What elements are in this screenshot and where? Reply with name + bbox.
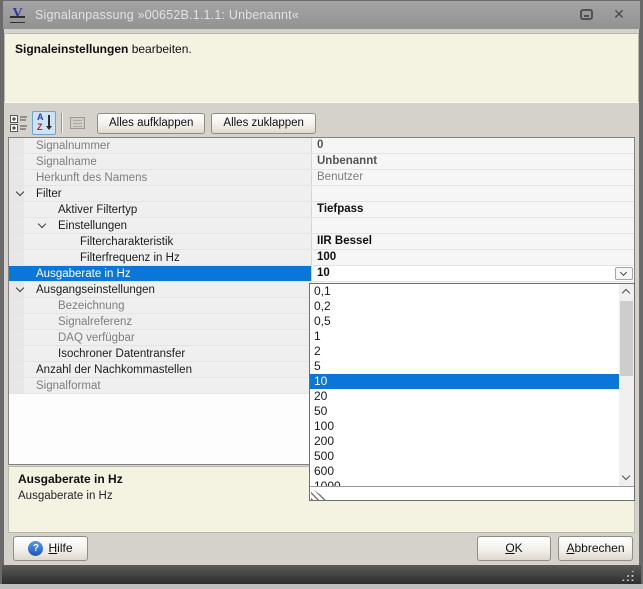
dropdown-scrollbar[interactable] xyxy=(619,284,634,486)
dropdown-item[interactable]: 100 xyxy=(310,419,634,434)
dropdown-item[interactable]: 200 xyxy=(310,434,634,449)
help-button[interactable]: ? Hilfe xyxy=(13,536,88,561)
dropdown-item[interactable]: 10 xyxy=(310,374,634,389)
row-label: Signalname xyxy=(9,154,312,169)
row-value: 100 xyxy=(312,250,634,265)
row-label: Filter xyxy=(9,186,312,201)
grid-row[interactable]: Signalnummer0 xyxy=(9,138,634,154)
maximize-icon xyxy=(580,9,593,20)
dropdown-item[interactable]: 500 xyxy=(310,449,634,464)
row-label: Signalformat xyxy=(9,378,312,393)
maximize-button[interactable] xyxy=(578,8,596,23)
row-label: Signalreferenz xyxy=(9,314,312,329)
row-label: Ausgaberate in Hz xyxy=(9,266,312,281)
titlebar: V Signalanpassung »00652B.1.1.1: Unbenan… xyxy=(3,1,640,29)
window-frame: V Signalanpassung »00652B.1.1.1: Unbenan… xyxy=(0,0,643,589)
row-label: Filtercharakteristik xyxy=(9,234,312,249)
dropdown-item[interactable]: 50 xyxy=(310,404,634,419)
property-pages-icon[interactable] xyxy=(67,112,89,134)
window-resize-grip[interactable] xyxy=(621,569,635,581)
scroll-down-button[interactable] xyxy=(619,470,634,486)
dropdown-resize-bar xyxy=(310,486,634,500)
dropdown-item[interactable]: 20 xyxy=(310,389,634,404)
grid-row[interactable]: Ausgaberate in Hz10 xyxy=(9,266,634,282)
grid-row[interactable]: Einstellungen xyxy=(9,218,634,234)
window-title: Signalanpassung »00652B.1.1.1: Unbenannt… xyxy=(35,8,299,22)
dropdown-item[interactable]: 0,1 xyxy=(310,284,634,299)
row-label: Einstellungen xyxy=(9,218,312,233)
help-icon: ? xyxy=(28,541,43,556)
scroll-up-button[interactable] xyxy=(619,284,634,300)
row-label: Herkunft des Namens xyxy=(9,170,312,185)
row-label: Isochroner Datentransfer xyxy=(9,346,312,361)
row-label: Aktiver Filtertyp xyxy=(9,202,312,217)
row-label: Filterfrequenz in Hz xyxy=(9,250,312,265)
row-label: Anzahl der Nachkommastellen xyxy=(9,362,312,377)
row-label: Bezeichnung xyxy=(9,298,312,313)
toolbar: A Z Alles aufklappen Alles zuklappen xyxy=(8,109,316,137)
dropdown-item[interactable]: 600 xyxy=(310,464,634,479)
row-value xyxy=(312,186,634,201)
grid-row[interactable]: Aktiver FiltertypTiefpass xyxy=(9,202,634,218)
chevron-down-icon[interactable] xyxy=(16,188,24,196)
dropdown-popup: 0,10,20,51251020501002005006001000 xyxy=(309,283,635,501)
app-icon: V xyxy=(9,6,26,25)
dropdown-item[interactable]: 0,5 xyxy=(310,314,634,329)
grid-row[interactable]: Filter xyxy=(9,186,634,202)
ok-button[interactable]: OK xyxy=(477,536,551,561)
header-text: bearbeiten. xyxy=(128,42,191,56)
chevron-down-icon xyxy=(620,269,627,276)
row-value: IIR Bessel xyxy=(312,234,634,249)
row-value: Tiefpass xyxy=(312,202,634,217)
resize-grip-icon[interactable] xyxy=(311,488,328,500)
expand-all-button[interactable]: Alles aufklappen xyxy=(97,113,205,134)
row-value xyxy=(312,218,634,233)
row-value: 10 xyxy=(312,266,634,281)
dropdown-item[interactable]: 5 xyxy=(310,359,634,374)
scrollbar-thumb[interactable] xyxy=(620,301,633,376)
sort-arrow-icon xyxy=(48,115,50,127)
grid-row[interactable]: FiltercharakteristikIIR Bessel xyxy=(9,234,634,250)
row-label: DAQ verfügbar xyxy=(9,330,312,345)
categorized-icon[interactable] xyxy=(8,112,30,134)
dropdown-item[interactable]: 1 xyxy=(310,329,634,344)
dropdown-item[interactable]: 2 xyxy=(310,344,634,359)
grid-row[interactable]: Filterfrequenz in Hz100 xyxy=(9,250,634,266)
sort-az-icon[interactable]: A Z xyxy=(32,111,56,135)
header-bold-text: Signaleinstellungen xyxy=(15,42,128,56)
row-value: Benutzer xyxy=(312,170,634,185)
dropdown-item[interactable]: 0,2 xyxy=(310,299,634,314)
row-value: 0 xyxy=(312,138,634,153)
frame-bottom-edge xyxy=(0,584,643,589)
status-bar xyxy=(2,565,641,584)
chevron-down-icon[interactable] xyxy=(38,220,46,228)
cancel-button[interactable]: Abbrechen xyxy=(558,536,633,561)
grid-row[interactable]: Herkunft des NamensBenutzer xyxy=(9,170,634,186)
combo-dropdown-button[interactable] xyxy=(615,267,633,280)
chevron-down-icon[interactable] xyxy=(16,284,24,292)
row-label: Ausgangseinstellungen xyxy=(9,282,312,297)
row-label: Signalnummer xyxy=(9,138,312,153)
close-button[interactable]: ✕ xyxy=(610,8,628,23)
row-value: Unbenannt xyxy=(312,154,634,169)
dropdown-item[interactable]: 1000 xyxy=(310,479,634,486)
grid-row[interactable]: SignalnameUnbenannt xyxy=(9,154,634,170)
toolbar-separator xyxy=(61,113,62,133)
collapse-all-button[interactable]: Alles zuklappen xyxy=(211,113,316,134)
header-panel: Signaleinstellungen bearbeiten. xyxy=(4,33,639,103)
